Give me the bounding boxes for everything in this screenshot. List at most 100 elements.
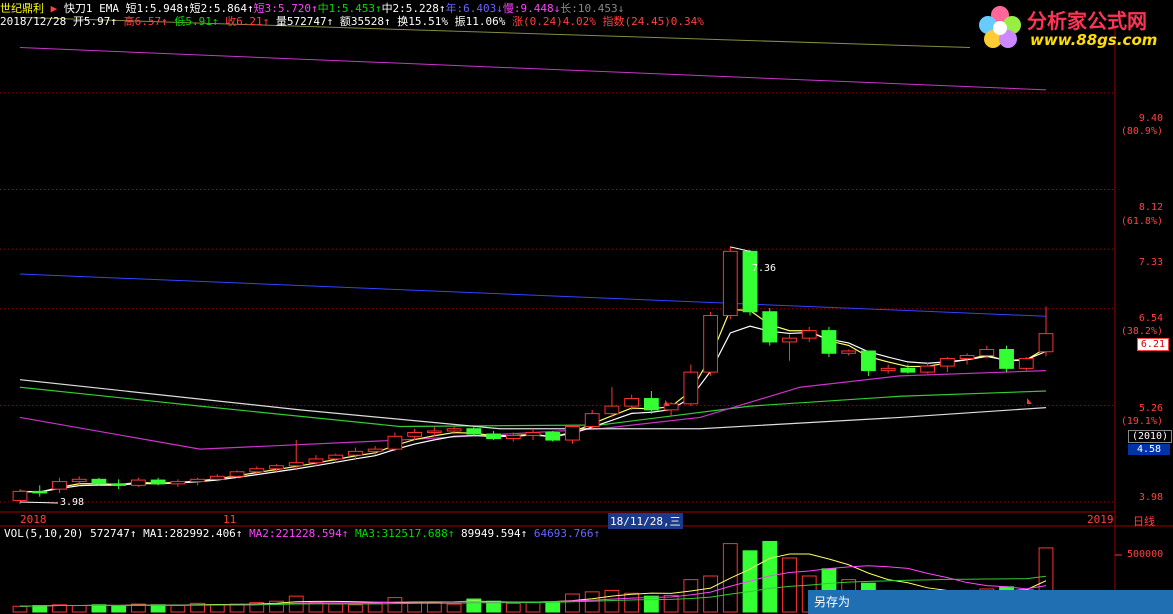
candle-body — [959, 355, 975, 360]
price-label: 9.40 — [1138, 113, 1163, 124]
candle-body — [269, 465, 284, 470]
candle-body — [387, 435, 403, 450]
pct-label: (80.9%) — [1120, 126, 1163, 137]
vol-title: VOL(5,10,20) — [4, 527, 84, 540]
site-logo: 分析家公式网 www.88gs.com — [975, 3, 1165, 53]
candle-body — [71, 478, 87, 483]
candle-body — [742, 250, 758, 313]
candle-body — [111, 483, 127, 486]
candle-body — [999, 348, 1014, 369]
vol-value: 572747↑ — [90, 527, 137, 540]
high-mark-line — [730, 246, 751, 252]
candle-body — [348, 450, 363, 456]
vol-v4: 89949.594↑ — [461, 527, 528, 540]
volume-bar — [387, 597, 403, 613]
candle-body — [308, 458, 324, 464]
candle-body — [703, 315, 718, 373]
value-badge: 4.58 — [1128, 444, 1170, 455]
volume-bar — [426, 602, 442, 613]
price-label: 6.54 — [1138, 313, 1163, 324]
current-price-tag: 6.21 — [1136, 338, 1169, 351]
volume-bar — [348, 604, 363, 613]
pct-label: (61.8%) — [1120, 216, 1163, 227]
candle-body — [801, 330, 817, 339]
quote-low: 低5.91↑ — [174, 15, 219, 28]
quote-open: 开5.97↑ — [72, 15, 117, 28]
high-mark-label: 7.36 — [752, 263, 777, 274]
candle-body — [841, 350, 857, 354]
volume-header: VOL(5,10,20) 572747↑ MA1:282992.406↑ MA2… — [4, 527, 600, 540]
volume-bar — [624, 592, 640, 613]
x-label-11: 11 — [223, 513, 237, 526]
volume-bar — [545, 601, 561, 613]
time-axis: 2018 11 18/11/28,三 2019 日线 — [0, 513, 1173, 529]
candle-body — [545, 432, 561, 441]
pct-label: (19.1%) — [1120, 416, 1163, 427]
vol-ma3: MA3:312517.688↑ — [355, 527, 455, 540]
year-badge: (2010) — [1128, 430, 1172, 443]
ma-year-line — [19, 273, 1047, 317]
volume-bar — [703, 575, 718, 613]
price-label: 3.98 — [1138, 492, 1163, 503]
ma-slow-line — [19, 47, 1047, 91]
volume-bar — [446, 603, 462, 613]
signal-arrow — [1027, 398, 1032, 404]
quote-amplitude: 振11.06% — [454, 15, 506, 28]
volume-bar — [71, 605, 87, 613]
vol-ma1: MA1:282992.406↑ — [143, 527, 243, 540]
low-mark-label: 3.98 — [60, 497, 85, 508]
ma-mid2-line — [19, 379, 1047, 430]
volume-bar — [328, 603, 344, 613]
cursor-date: 18/11/28,三 — [608, 513, 683, 529]
quote-change: 涨(0.24)4.02% — [511, 15, 596, 28]
candle-body — [1038, 333, 1054, 353]
candle-body — [624, 398, 640, 407]
candle-body — [170, 481, 186, 485]
candle-body — [32, 490, 48, 494]
volume-bar — [209, 604, 225, 613]
vol-ma2: MA2:221228.594↑ — [249, 527, 349, 540]
candle-body — [565, 425, 580, 441]
logo-title: 分析家公式网 — [1027, 9, 1147, 33]
quote-turnover: 换15.51% — [397, 15, 448, 28]
candle-body — [328, 454, 344, 460]
candle-body — [249, 468, 265, 473]
candle-body — [821, 330, 837, 354]
volume-bar — [111, 605, 127, 613]
candle-body — [91, 478, 107, 485]
candle-body — [229, 471, 245, 477]
period-label[interactable]: 日线 — [1133, 513, 1155, 529]
candle-body — [920, 365, 936, 373]
indicator-header: 世纪鼎利 ▶ 快刀1 EMA 短1:5.948↑短2:5.864↑短3:5.72… — [0, 0, 624, 15]
x-label-2018: 2018 — [20, 513, 47, 526]
candle-body — [604, 405, 620, 415]
volume-bar — [32, 605, 48, 613]
candle-body — [939, 358, 955, 367]
candle-body — [12, 490, 28, 501]
pct-label: (38.2%) — [1120, 326, 1163, 337]
volume-bar — [12, 605, 28, 613]
flower-logo-icon — [979, 6, 1021, 48]
candle-body — [643, 398, 659, 411]
save-as-popup[interactable]: 另存为 — [808, 590, 1173, 614]
candle-body — [722, 250, 738, 317]
volume-bar — [505, 602, 521, 613]
ma-short1-line — [19, 308, 1047, 493]
candle-body — [426, 430, 442, 434]
candle-body — [486, 433, 501, 440]
candle-body — [466, 428, 482, 435]
candle-body — [861, 350, 876, 372]
candle-body — [130, 479, 146, 486]
price-label: 5.26 — [1138, 403, 1163, 414]
vol-axis-label: 500000 — [1127, 549, 1164, 560]
candle-body — [880, 367, 896, 372]
volume-bar — [782, 557, 797, 613]
quote-amount: 额35528↑ — [339, 15, 391, 28]
candle-body — [525, 432, 541, 437]
volume-bar — [643, 595, 659, 613]
candle-body — [505, 435, 521, 440]
x-label-2019: 2019 — [1087, 513, 1114, 526]
candle-body — [407, 432, 423, 437]
candle-body — [446, 428, 462, 432]
candle-body — [150, 479, 166, 485]
